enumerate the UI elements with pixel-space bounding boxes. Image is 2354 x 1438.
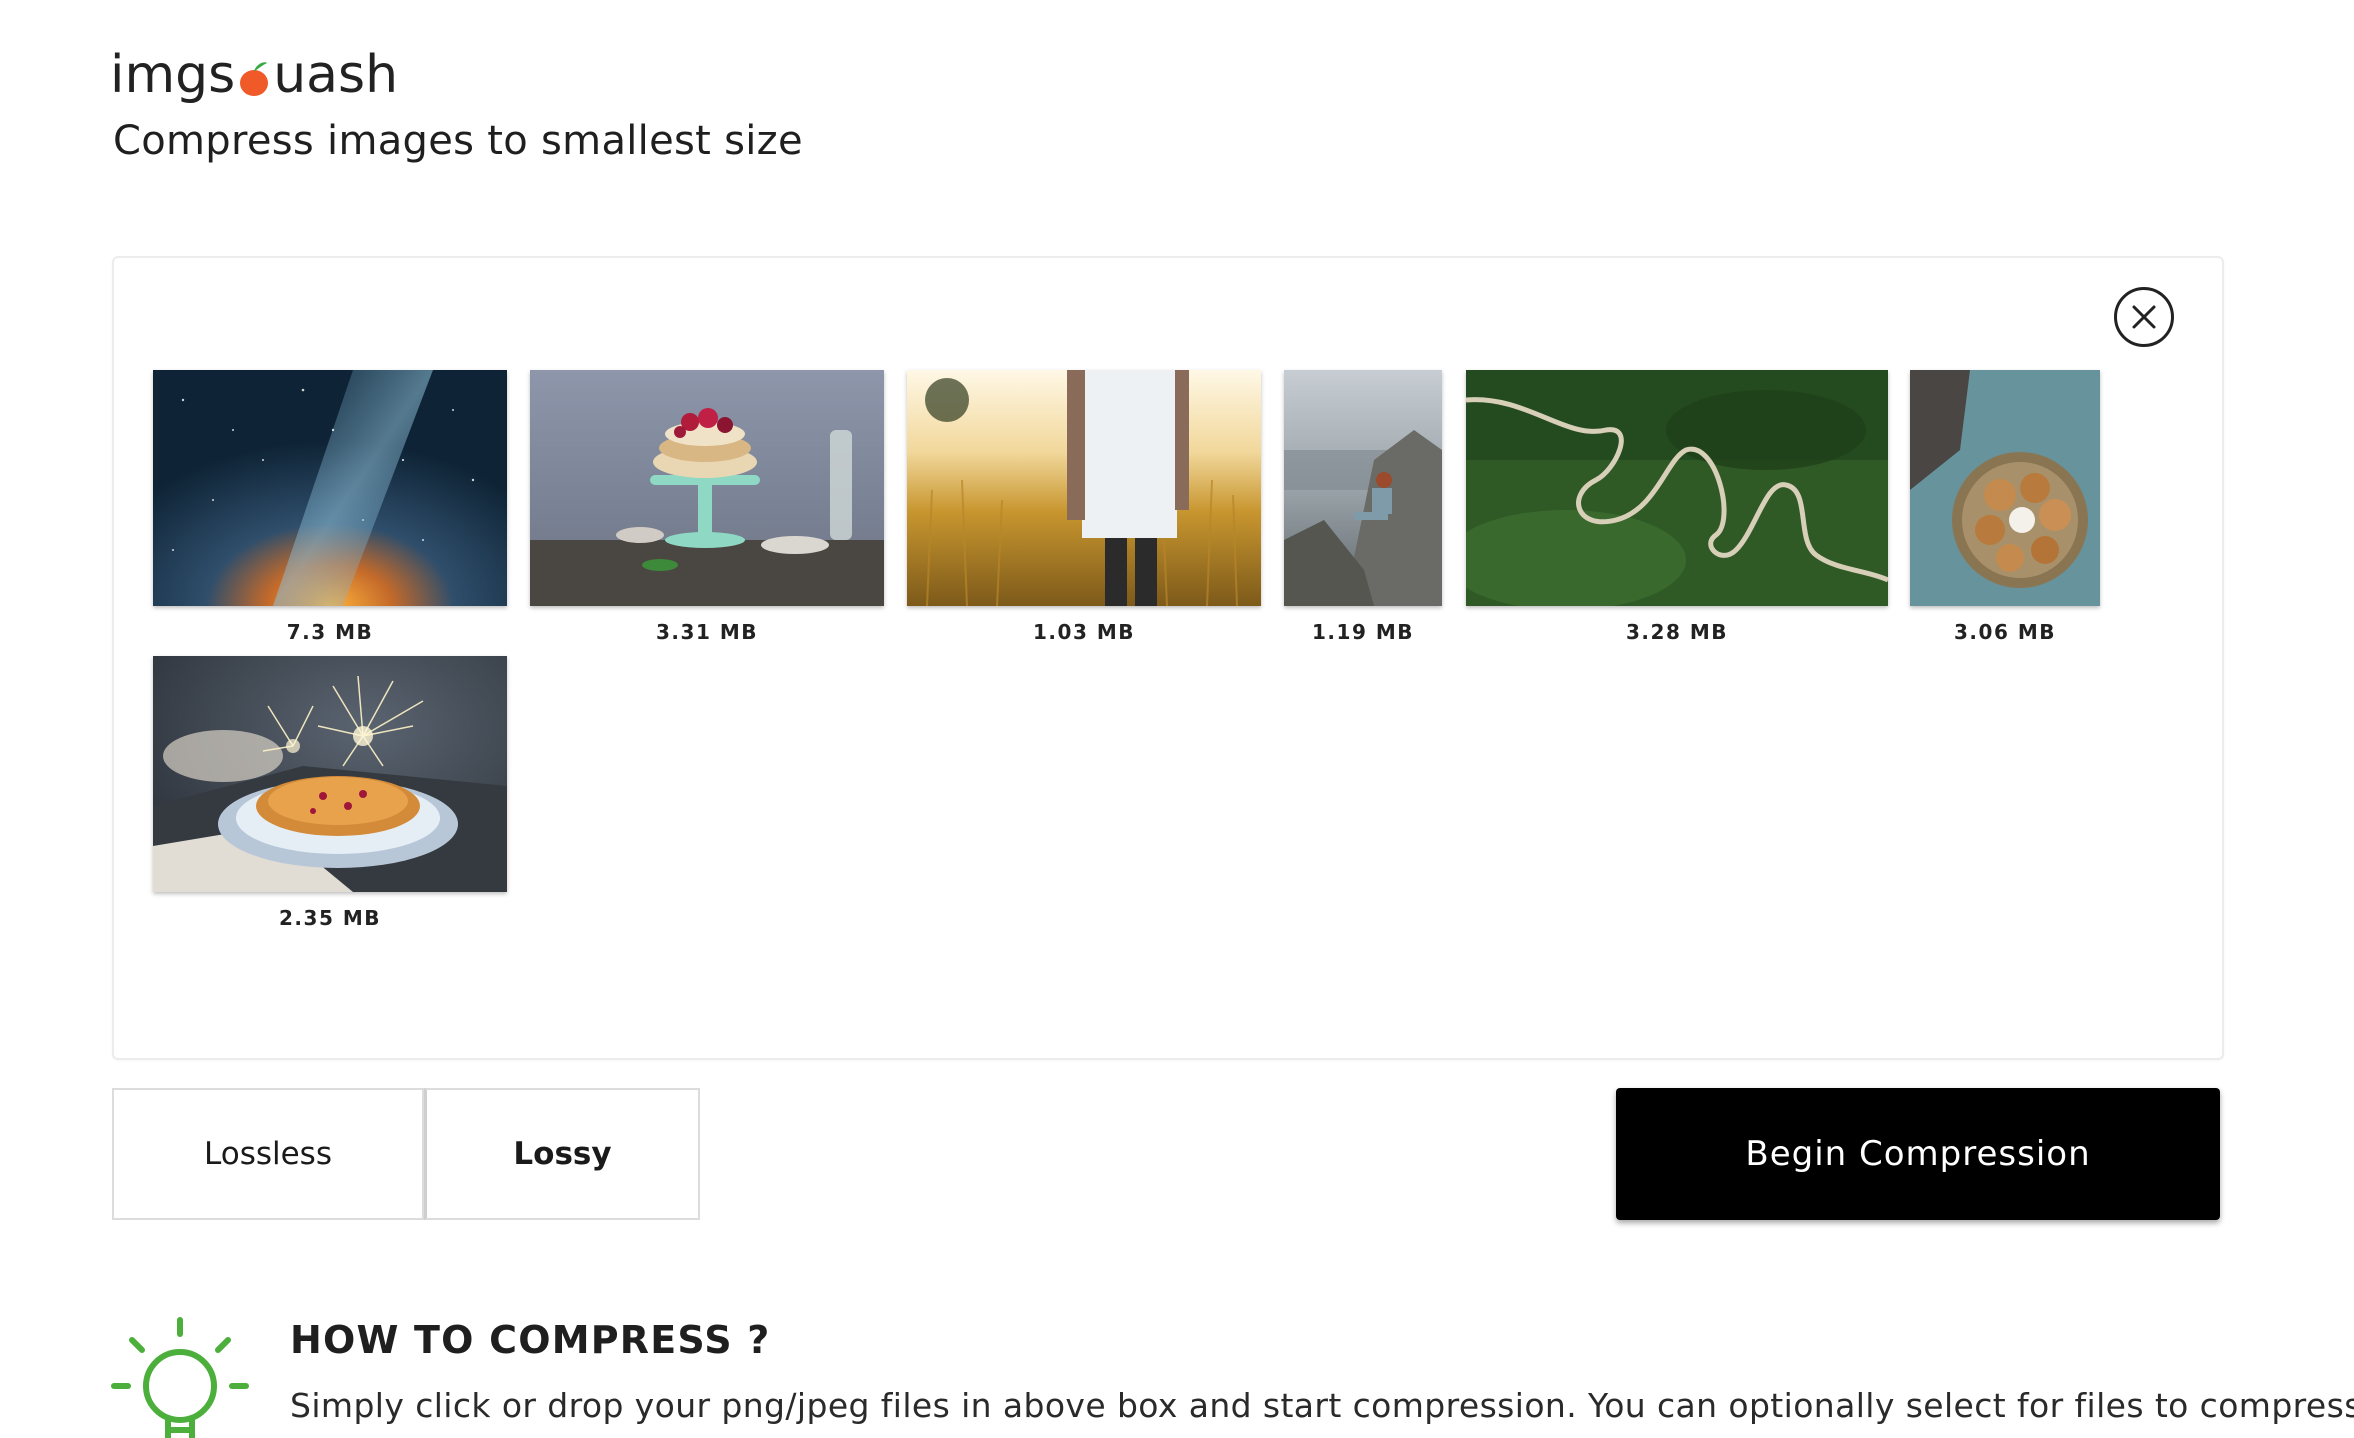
logo-text-left: imgs	[110, 45, 236, 105]
image-size-label: 2.35 MB	[279, 906, 381, 930]
image-thumbnail[interactable]: 3.28 MB	[1466, 370, 1888, 644]
image-preview-wheat-field	[907, 370, 1261, 606]
image-size-label: 1.19 MB	[1312, 620, 1414, 644]
image-preview-cookies	[1910, 370, 2100, 606]
lossless-option[interactable]: Lossless	[112, 1088, 424, 1220]
lossy-option[interactable]: Lossy	[424, 1088, 700, 1220]
image-preview-winding-road	[1466, 370, 1888, 606]
tangerine-icon	[237, 45, 271, 105]
image-thumbnail[interactable]: 1.19 MB	[1284, 370, 1442, 644]
image-thumbnail[interactable]: 3.31 MB	[530, 370, 884, 644]
image-size-label: 3.28 MB	[1626, 620, 1728, 644]
image-thumbnail[interactable]: 3.06 MB	[1910, 370, 2100, 644]
page: imgs uash Compress images to smallest si…	[0, 0, 2354, 1438]
clear-all-button[interactable]	[2114, 287, 2174, 347]
image-thumbnail[interactable]: 1.03 MB	[907, 370, 1261, 644]
image-size-label: 1.03 MB	[1033, 620, 1135, 644]
lightbulb-icon	[110, 1316, 250, 1438]
howto-title: HOW TO COMPRESS ?	[290, 1318, 771, 1362]
image-preview-cake	[530, 370, 884, 606]
image-size-label: 3.31 MB	[656, 620, 758, 644]
close-icon	[2132, 305, 2156, 329]
image-size-label: 3.06 MB	[1954, 620, 2056, 644]
image-preview-pie	[153, 656, 507, 892]
howto-description: Simply click or drop your png/jpeg files…	[290, 1386, 2354, 1425]
logo[interactable]: imgs uash	[110, 40, 398, 110]
begin-compression-button[interactable]: Begin Compression	[1616, 1088, 2220, 1220]
image-thumbnail[interactable]: 7.3 MB	[153, 370, 507, 644]
tagline: Compress images to smallest size	[113, 118, 803, 164]
logo-text-right: uash	[273, 45, 399, 105]
image-size-label: 7.3 MB	[286, 620, 374, 644]
image-preview-cliff	[1284, 370, 1442, 606]
image-preview-milky-way	[153, 370, 507, 606]
image-thumbnail[interactable]: 2.35 MB	[153, 656, 507, 930]
